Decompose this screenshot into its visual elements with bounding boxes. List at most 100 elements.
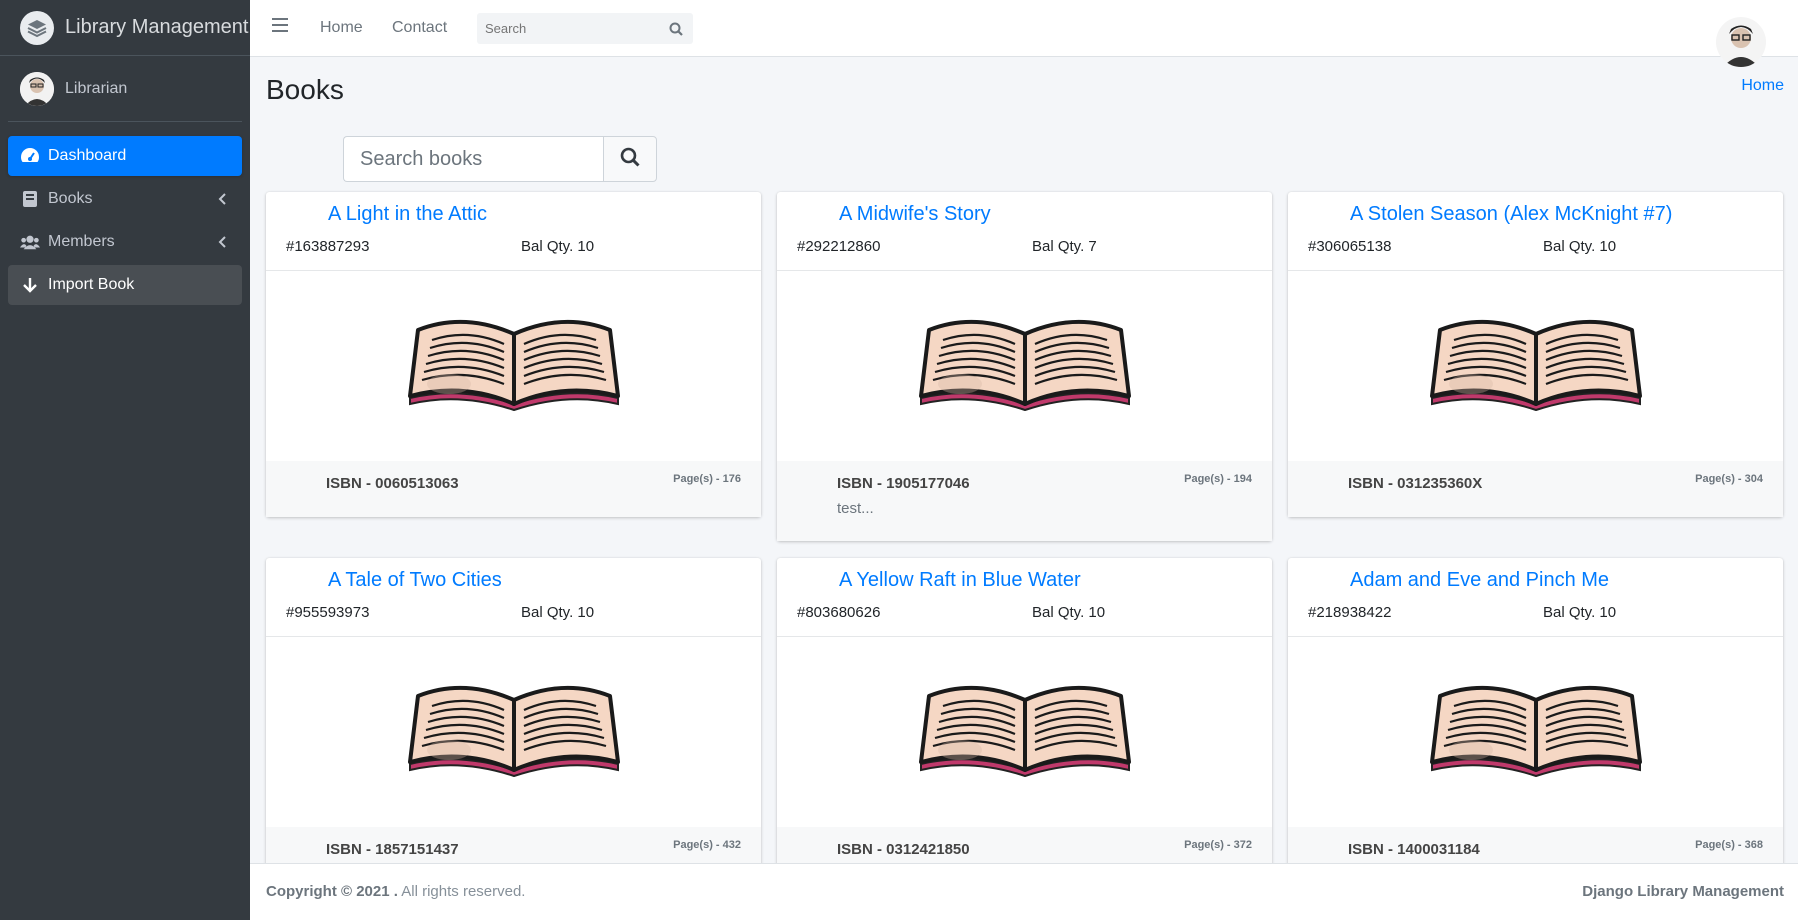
- users-icon: [20, 232, 40, 252]
- search-icon: [620, 147, 640, 172]
- open-book-icon: [1429, 319, 1642, 412]
- book-id: #306065138: [1308, 238, 1392, 255]
- page-title: Books: [266, 74, 344, 105]
- avatar: [20, 71, 54, 106]
- book-card: A Stolen Season (Alex McKnight #7) #3060…: [1288, 192, 1783, 517]
- book-card-footer: ISBN - 0312421850 Page(s) - 372: [777, 827, 1272, 863]
- book-id: #292212860: [797, 238, 881, 255]
- book-image: [1288, 271, 1783, 461]
- user-name: Librarian: [65, 79, 128, 97]
- book-image: [1288, 637, 1783, 827]
- breadcrumb[interactable]: Home: [1741, 77, 1784, 95]
- sidebar-item-label: Import Book: [48, 276, 135, 293]
- book-pages: Page(s) - 432: [673, 839, 741, 851]
- book-id: #955593973: [286, 604, 370, 621]
- nav-link-home[interactable]: Home: [320, 19, 363, 37]
- chevron-left-icon: [218, 192, 226, 210]
- top-navbar: Home Contact: [250, 0, 1798, 67]
- sidebar-item-import-book[interactable]: Import Book: [8, 265, 242, 305]
- book-quantity: Bal Qty. 7: [1032, 238, 1097, 255]
- book-isbn: ISBN - 0312421850: [837, 841, 970, 858]
- book-search-input[interactable]: [343, 136, 603, 182]
- book-card-header: A Tale of Two Cities #955593973 Bal Qty.…: [266, 558, 761, 637]
- tachometer-icon: [20, 146, 40, 166]
- nav-link-contact[interactable]: Contact: [392, 19, 447, 37]
- book-id: #218938422: [1308, 604, 1392, 621]
- book-card-footer: ISBN - 1905177046 Page(s) - 194 test...: [777, 461, 1272, 541]
- sidebar-item-label: Dashboard: [48, 147, 127, 164]
- book-id: #163887293: [286, 238, 370, 255]
- sidebar-item-members[interactable]: Members: [8, 222, 242, 262]
- book-quantity: Bal Qty. 10: [1543, 604, 1617, 621]
- book-isbn: ISBN - 1400031184: [1348, 841, 1480, 858]
- book-description: test...: [837, 500, 874, 517]
- book-card-footer: ISBN - 1400031184 Page(s) - 368: [1288, 827, 1783, 863]
- book-id: #803680626: [797, 604, 881, 621]
- book-quantity: Bal Qty. 10: [1543, 238, 1617, 255]
- book-card-footer: ISBN - 1857151437 Page(s) - 432: [266, 827, 761, 863]
- navbar-search-input[interactable]: [477, 13, 673, 44]
- user-panel[interactable]: Librarian: [8, 56, 242, 122]
- open-book-icon: [918, 685, 1131, 778]
- book-search-button[interactable]: [603, 136, 657, 182]
- book-pages: Page(s) - 372: [1184, 839, 1252, 851]
- navbar-search: [477, 13, 693, 44]
- book-card: A Yellow Raft in Blue Water #803680626 B…: [777, 558, 1272, 863]
- book-card: A Light in the Attic #163887293 Bal Qty.…: [266, 192, 761, 517]
- book-pages: Page(s) - 176: [673, 473, 741, 485]
- sidebar-nav: Dashboard Books Members Import Book: [0, 128, 250, 316]
- sidebar-item-label: Members: [48, 233, 115, 250]
- open-book-icon: [407, 685, 620, 778]
- book-isbn: ISBN - 0060513063: [326, 475, 459, 492]
- book-quantity: Bal Qty. 10: [1032, 604, 1106, 621]
- rights-text: All rights reserved.: [401, 883, 526, 900]
- brand-link[interactable]: Library Management: [0, 0, 250, 56]
- book-card: A Midwife's Story #292212860 Bal Qty. 7 …: [777, 192, 1272, 541]
- book-isbn: ISBN - 031235360X: [1348, 475, 1483, 492]
- book-isbn: ISBN - 1857151437: [326, 841, 459, 858]
- book-card: Adam and Eve and Pinch Me #218938422 Bal…: [1288, 558, 1783, 863]
- book-image: [266, 271, 761, 461]
- arrow-down-icon: [20, 275, 40, 295]
- menu-icon[interactable]: [272, 18, 288, 37]
- copyright-text: Copyright © 2021 .: [266, 883, 398, 900]
- book-title-link[interactable]: A Light in the Attic: [328, 203, 487, 226]
- book-card-header: A Light in the Attic #163887293 Bal Qty.…: [266, 192, 761, 271]
- book-title-link[interactable]: Adam and Eve and Pinch Me: [1350, 569, 1609, 592]
- sidebar-item-dashboard[interactable]: Dashboard: [8, 136, 242, 176]
- book-card: A Tale of Two Cities #955593973 Bal Qty.…: [266, 558, 761, 863]
- book-quantity: Bal Qty. 10: [521, 238, 595, 255]
- book-image: [777, 637, 1272, 827]
- book-title-link[interactable]: A Midwife's Story: [839, 203, 991, 226]
- open-book-icon: [918, 319, 1131, 412]
- layers-icon: [20, 10, 54, 45]
- book-image: [266, 637, 761, 827]
- book-pages: Page(s) - 304: [1695, 473, 1763, 485]
- book-title-link[interactable]: A Stolen Season (Alex McKnight #7): [1350, 203, 1672, 226]
- open-book-icon: [1429, 685, 1642, 778]
- book-card-header: Adam and Eve and Pinch Me #218938422 Bal…: [1288, 558, 1783, 637]
- search-icon[interactable]: [659, 13, 693, 44]
- brand-title: Library Management: [65, 16, 249, 38]
- open-book-icon: [407, 319, 620, 412]
- content-area: Books Home A Light in the Attic #1638872…: [250, 57, 1798, 863]
- book-pages: Page(s) - 368: [1695, 839, 1763, 851]
- footer-copyright: Copyright © 2021 . All rights reserved.: [266, 883, 525, 900]
- book-pages: Page(s) - 194: [1184, 473, 1252, 485]
- sidebar: Library Management Librarian Dashboard B…: [0, 0, 250, 920]
- sidebar-item-books[interactable]: Books: [8, 179, 242, 219]
- footer: Copyright © 2021 . All rights reserved. …: [250, 863, 1798, 920]
- book-card-header: A Midwife's Story #292212860 Bal Qty. 7: [777, 192, 1272, 271]
- book-card-footer: ISBN - 0060513063 Page(s) - 176: [266, 461, 761, 517]
- book-icon: [20, 189, 40, 209]
- book-search: [343, 136, 671, 182]
- book-isbn: ISBN - 1905177046: [837, 475, 970, 492]
- book-image: [777, 271, 1272, 461]
- book-card-header: A Stolen Season (Alex McKnight #7) #3060…: [1288, 192, 1783, 271]
- book-card-header: A Yellow Raft in Blue Water #803680626 B…: [777, 558, 1272, 637]
- book-title-link[interactable]: A Yellow Raft in Blue Water: [839, 569, 1081, 592]
- footer-app-name: Django Library Management: [1582, 883, 1784, 900]
- book-card-footer: ISBN - 031235360X Page(s) - 304: [1288, 461, 1783, 517]
- book-quantity: Bal Qty. 10: [521, 604, 595, 621]
- book-title-link[interactable]: A Tale of Two Cities: [328, 569, 502, 592]
